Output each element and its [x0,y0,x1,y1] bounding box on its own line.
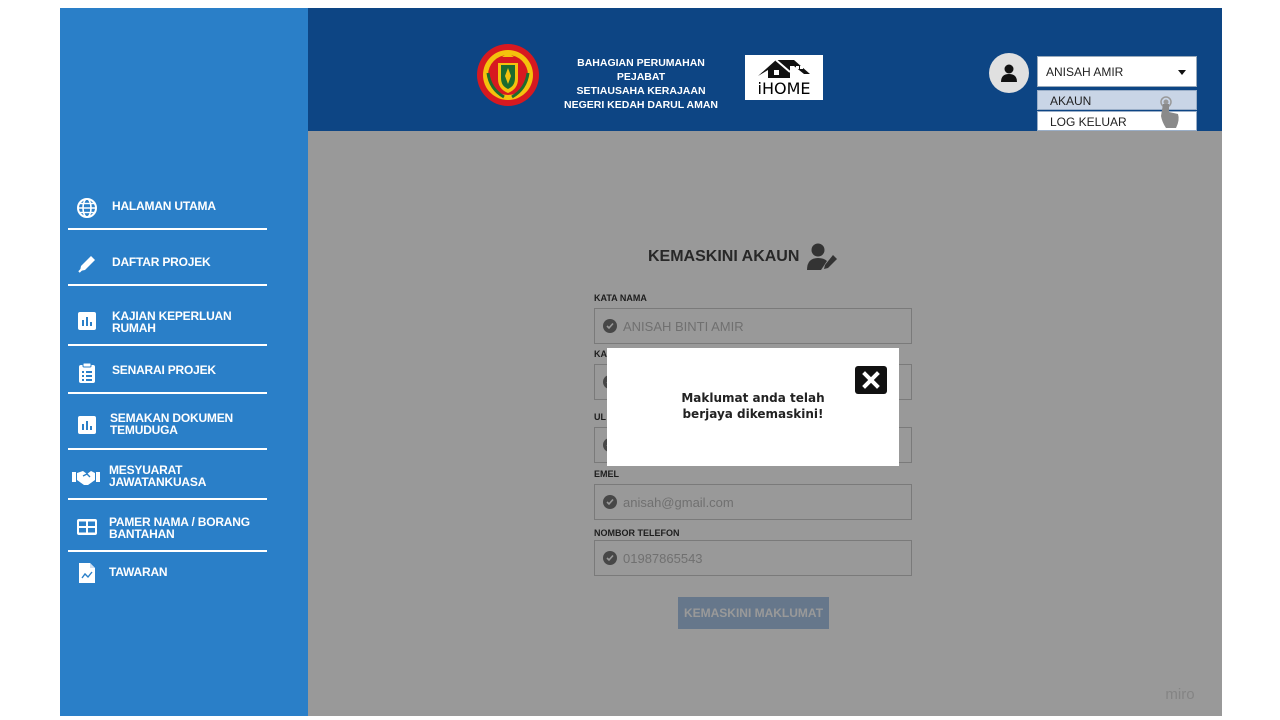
user-avatar[interactable] [989,53,1029,93]
close-icon [862,371,880,389]
sidebar-item-label: DAFTAR PROJEK [112,255,211,269]
pen-icon [76,253,98,275]
sidebar-item-senarai-projek[interactable]: SENARAI PROJEK [68,354,267,394]
app-logo-text: iHOME [757,79,811,98]
sidebar-item-daftar-projek[interactable]: DAFTAR PROJEK [68,244,267,286]
sidebar-item-mesyuarat-jawatankuasa[interactable]: MESYUARAT JAWATANKUASA [68,456,267,500]
sidebar-item-pamer-nama-borang-bantahan[interactable]: PAMER NAMA / BORANG BANTAHAN [68,506,267,552]
sidebar-item-semakan-dokumen-temuduga[interactable]: SEMAKAN DOKUMEN TEMUDUGA [68,402,267,450]
chevron-down-icon [1178,70,1186,75]
sidebar-item-label: TAWARAN [109,565,168,579]
sidebar-item-label: PAMER NAMA / BORANG BANTAHAN [109,515,250,541]
sidebar-item-label: SENARAI PROJEK [112,363,216,377]
handshake-icon [72,466,100,488]
globe-icon [76,197,98,219]
user-menu-select[interactable]: ANISAH AMIR [1037,56,1197,87]
sidebar-item-tawaran[interactable]: TAWARAN [68,556,267,590]
org-name-line: SETIAUSAHA KERAJAAN [576,85,706,97]
sidebar-item-label: MESYUARAT JAWATANKUASA [109,463,207,489]
sidebar: HALAMAN UTAMA DAFTAR PROJEK KAJIAN KEPER… [60,8,308,716]
clipboard-icon [76,362,98,384]
success-modal: Maklumat anda telah berjaya dikemaskini! [607,348,899,466]
hand-pointer-icon [1160,96,1179,128]
ihome-logo: iHOME [745,55,823,100]
chart-icon [76,414,98,436]
close-button[interactable] [855,366,887,394]
sidebar-item-halaman-utama[interactable]: HALAMAN UTAMA [68,188,267,230]
house-icon [758,59,810,78]
app-frame: HALAMAN UTAMA DAFTAR PROJEK KAJIAN KEPER… [60,8,1222,716]
sidebar-item-label: KAJIAN KEPERLUAN RUMAH [112,309,232,335]
org-name-line: NEGERI KEDAH DARUL AMAN [563,99,718,111]
top-header: BAHAGIAN PERUMAHAN PEJABAT SETIAUSAHA KE… [308,8,1222,131]
document-icon [76,562,98,584]
sidebar-item-kajian-keperluan-rumah[interactable]: KAJIAN KEPERLUAN RUMAH [68,300,267,346]
sidebar-item-label: HALAMAN UTAMA [112,199,216,213]
main-content: KEMASKINI AKAUN KATA NAMA ANISAH BINTI A… [308,131,1222,716]
user-icon [1001,64,1017,82]
modal-message: Maklumat anda telah berjaya dikemaskini! [681,391,825,421]
org-name-line: BAHAGIAN PERUMAHAN PEJABAT [577,57,705,83]
kedah-crest-logo [476,43,540,107]
user-name: ANISAH AMIR [1046,64,1124,79]
chart-icon [76,310,98,332]
organisation-name: BAHAGIAN PERUMAHAN PEJABAT SETIAUSAHA KE… [552,56,730,112]
table-icon [76,516,98,538]
sidebar-item-label: SEMAKAN DOKUMEN TEMUDUGA [110,411,234,437]
